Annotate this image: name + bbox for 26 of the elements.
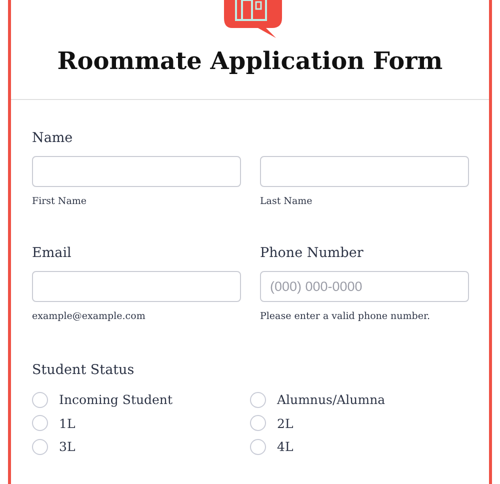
radio-button[interactable]	[250, 415, 266, 432]
radio-button[interactable]	[32, 392, 48, 408]
option-label: 1L	[59, 416, 76, 431]
field-hint: example@example.com	[32, 311, 146, 322]
option-label: Incoming Student	[59, 392, 173, 408]
field-label: Name	[32, 130, 73, 146]
option-label: Alumnus/Alumna	[277, 392, 386, 408]
radio-button[interactable]	[250, 392, 266, 408]
field-hint: Please enter a valid phone number.	[260, 311, 430, 322]
option-label: 3L	[59, 439, 76, 454]
radio-button[interactable]	[32, 438, 48, 455]
text-field[interactable]	[32, 156, 241, 187]
house-logo-icon	[222, 0, 282, 40]
form-title: Roommate Application Form	[57, 46, 443, 75]
option-label: 4L	[277, 439, 294, 454]
radio-button[interactable]	[250, 438, 266, 455]
field-label: Email	[32, 245, 72, 261]
radio-button[interactable]	[32, 415, 48, 432]
field-label: Phone Number	[260, 245, 364, 261]
text-field[interactable]: (000) 000-0000	[260, 271, 469, 302]
text-field[interactable]	[32, 271, 241, 302]
field-hint: Last Name	[260, 196, 312, 207]
option-label: 2L	[277, 416, 294, 431]
field-label: Student Status	[32, 362, 134, 378]
text-field[interactable]	[260, 156, 469, 187]
field-hint: First Name	[32, 196, 86, 207]
